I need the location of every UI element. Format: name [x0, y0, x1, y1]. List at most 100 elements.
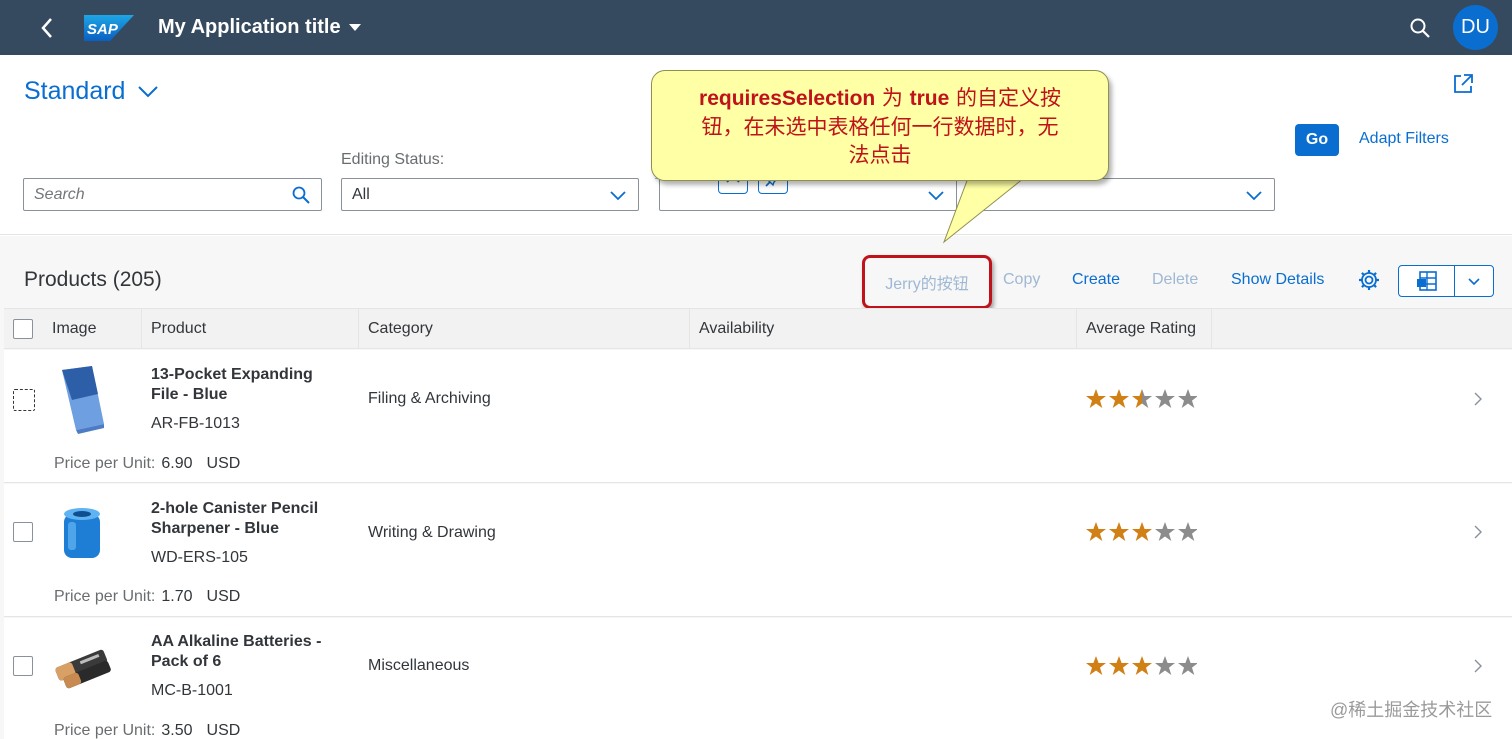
show-details-button[interactable]: Show Details: [1231, 271, 1324, 289]
shell-bar: SAP My Application title DU: [0, 0, 1512, 55]
share-icon[interactable]: [1451, 72, 1475, 96]
price-currency: USD: [206, 455, 241, 472]
product-category: Filing & Archiving: [368, 390, 491, 407]
row-checkbox[interactable]: [13, 522, 33, 542]
sap-logo: SAP: [84, 14, 134, 41]
custom-action-highlight: Jerry的按钮: [862, 255, 992, 309]
jerry-button[interactable]: Jerry的按钮: [885, 270, 969, 294]
file-box-icon: [62, 366, 104, 434]
column-header-category[interactable]: Category: [358, 309, 690, 349]
star-filled-icon: [1086, 522, 1106, 541]
chevron-down-icon: [610, 191, 626, 201]
variant-selector[interactable]: Standard: [24, 77, 159, 106]
callout-connector: 为: [875, 86, 910, 110]
caret-down-icon: [348, 23, 361, 31]
table-row[interactable]: 13-Pocket Expanding File - Blue AR-FB-10…: [4, 350, 1512, 483]
callout-true: true: [909, 87, 950, 110]
product-id: WD-ERS-105: [151, 549, 248, 566]
search-icon[interactable]: [1408, 16, 1432, 40]
price-per-unit: Price per Unit: 3.50 USD: [54, 722, 240, 739]
editing-status-label: Editing Status:: [341, 151, 445, 168]
search-icon[interactable]: [291, 185, 311, 205]
price-label: Price per Unit:: [54, 722, 156, 739]
callout-line-1: requiresSelection 为 true 的自定义按: [669, 84, 1091, 113]
gear-icon[interactable]: [1357, 268, 1381, 292]
go-button[interactable]: Go: [1295, 124, 1339, 156]
callout-line-2: 钮，在未选中表格任何一行数据时，无: [701, 115, 1059, 139]
delete-button[interactable]: Delete: [1152, 271, 1198, 289]
price-label: Price per Unit:: [54, 588, 156, 605]
spreadsheet-icon: [1416, 271, 1437, 291]
sap-logo-text: SAP: [87, 21, 119, 38]
app-title: My Application title: [158, 16, 341, 38]
copy-button[interactable]: Copy: [1003, 271, 1040, 289]
callout-text: requiresSelection 为 true 的自定义按 钮，在未选中表格任…: [651, 84, 1109, 169]
star-filled-icon: [1109, 389, 1129, 408]
chevron-down-icon: [138, 85, 159, 97]
avatar[interactable]: DU: [1453, 5, 1498, 50]
variant-label: Standard: [24, 77, 126, 105]
star-empty-icon: [1155, 389, 1175, 408]
rating-stars: [1086, 656, 1197, 675]
star-empty-icon: [1178, 522, 1197, 541]
callout-keyword: requiresSelection: [699, 87, 876, 110]
star-filled-icon: [1132, 656, 1152, 675]
star-half-icon: [1132, 389, 1152, 408]
row-checkbox[interactable]: [13, 389, 35, 411]
price-per-unit: Price per Unit: 6.90 USD: [54, 455, 240, 473]
export-button[interactable]: [1399, 266, 1455, 296]
filter-select-3[interactable]: [659, 178, 957, 211]
export-split-button: [1398, 265, 1494, 297]
product-name: 2-hole Canister Pencil Sharpener - Blue: [151, 500, 319, 537]
chevron-right-icon[interactable]: [1472, 658, 1484, 674]
chevron-right-icon[interactable]: [1472, 391, 1484, 407]
table-title: Products (205): [24, 268, 162, 291]
chevron-left-icon: [41, 17, 52, 38]
table-row[interactable]: AA Alkaline Batteries - Pack of 6 MC-B-1…: [4, 618, 1512, 739]
price-value: 6.90: [161, 455, 193, 472]
price-value: 1.70: [161, 588, 193, 605]
star-filled-icon: [1132, 522, 1152, 541]
adapt-filters-link[interactable]: Adapt Filters: [1359, 130, 1449, 148]
editing-status-value: All: [352, 185, 370, 203]
rating-stars: [1086, 389, 1197, 408]
export-menu-button[interactable]: [1455, 266, 1493, 296]
chevron-right-icon[interactable]: [1472, 524, 1484, 540]
callout-line-1-rest: 的自定义按: [949, 86, 1061, 110]
star-empty-icon: [1155, 656, 1175, 675]
star-empty-icon: [1155, 522, 1175, 541]
chevron-down-icon: [1246, 191, 1262, 201]
star-filled-icon: [1086, 389, 1106, 408]
row-checkbox[interactable]: [13, 656, 33, 676]
column-header-image[interactable]: Image: [42, 309, 142, 349]
column-header-average-rating[interactable]: Average Rating: [1076, 309, 1212, 349]
rating-stars: [1086, 522, 1197, 541]
price-currency: USD: [206, 722, 241, 739]
product-name: 13-Pocket Expanding File - Blue: [151, 366, 313, 403]
chevron-down-icon: [1468, 277, 1480, 285]
product-category: Writing & Drawing: [368, 524, 496, 541]
editing-status-select[interactable]: All: [341, 178, 639, 211]
product-category: Miscellaneous: [368, 657, 470, 674]
create-button[interactable]: Create: [1072, 271, 1120, 289]
price-currency: USD: [206, 588, 241, 605]
callout-pointer: [942, 178, 1025, 244]
table-row[interactable]: 2-hole Canister Pencil Sharpener - Blue …: [4, 484, 1512, 617]
search-input[interactable]: Search: [23, 178, 322, 211]
product-id: MC-B-1001: [151, 682, 233, 699]
back-button[interactable]: [32, 13, 62, 43]
price-value: 3.50: [161, 722, 193, 739]
star-filled-icon: [1109, 656, 1129, 675]
column-header-availability[interactable]: Availability: [689, 309, 1077, 349]
star-empty-icon: [1178, 656, 1197, 675]
table-header: Image Product Category Availability Aver…: [4, 308, 1512, 349]
price-label: Price per Unit:: [54, 455, 156, 472]
column-header-product[interactable]: Product: [141, 309, 359, 349]
watermark: @稀土掘金技术社区: [1330, 700, 1493, 720]
sharpener-icon: [64, 508, 100, 558]
callout-line-3: 法点击: [848, 143, 912, 167]
price-per-unit: Price per Unit: 1.70 USD: [54, 588, 240, 606]
product-name: AA Alkaline Batteries - Pack of 6: [151, 633, 322, 670]
select-all-checkbox[interactable]: [13, 319, 33, 339]
app-title-menu[interactable]: My Application title: [158, 16, 361, 39]
